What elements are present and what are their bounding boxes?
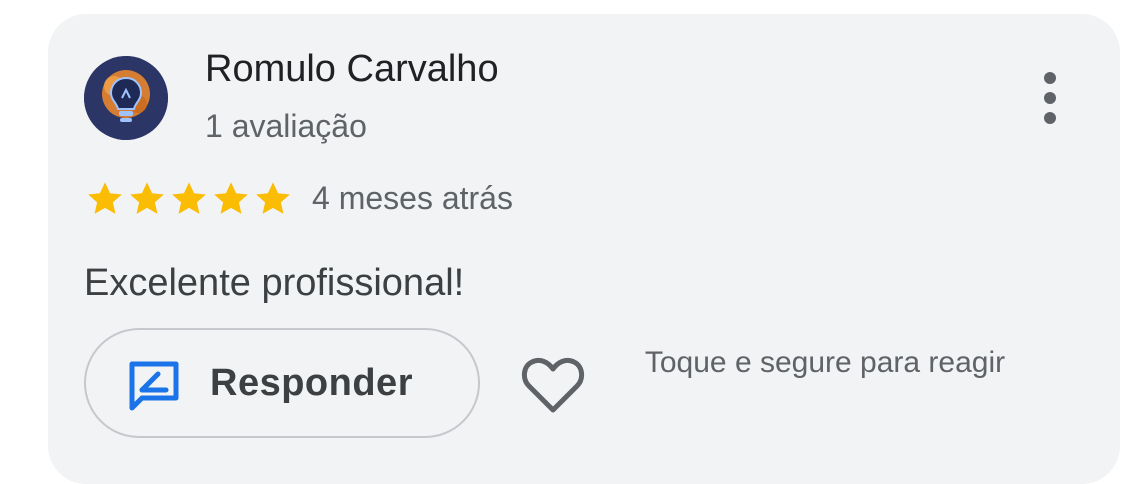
more-options-button[interactable]	[1030, 70, 1070, 126]
author-name[interactable]: Romulo Carvalho	[205, 48, 499, 91]
star-icon	[256, 182, 290, 214]
star-icon	[88, 182, 122, 214]
star-icon	[172, 182, 206, 214]
heart-icon	[522, 357, 584, 413]
review-time: 4 meses atrás	[312, 180, 513, 216]
star-rating	[84, 178, 294, 220]
more-vert-icon-dot	[1044, 112, 1056, 124]
more-vert-icon-dot	[1044, 92, 1056, 104]
star-icon	[130, 182, 164, 214]
avatar-image	[84, 56, 168, 140]
reply-button-label: Responder	[210, 362, 413, 404]
star-icon	[214, 182, 248, 214]
react-button[interactable]	[520, 354, 586, 416]
reply-icon	[129, 361, 179, 411]
author-review-count: 1 avaliação	[205, 108, 367, 144]
more-vert-icon	[1044, 72, 1056, 84]
avatar[interactable]	[84, 56, 168, 140]
reply-button[interactable]: Responder	[84, 328, 480, 438]
review-text: Excelente profissional!	[84, 262, 465, 304]
react-hint-text: Toque e segure para reagir	[644, 346, 1006, 379]
